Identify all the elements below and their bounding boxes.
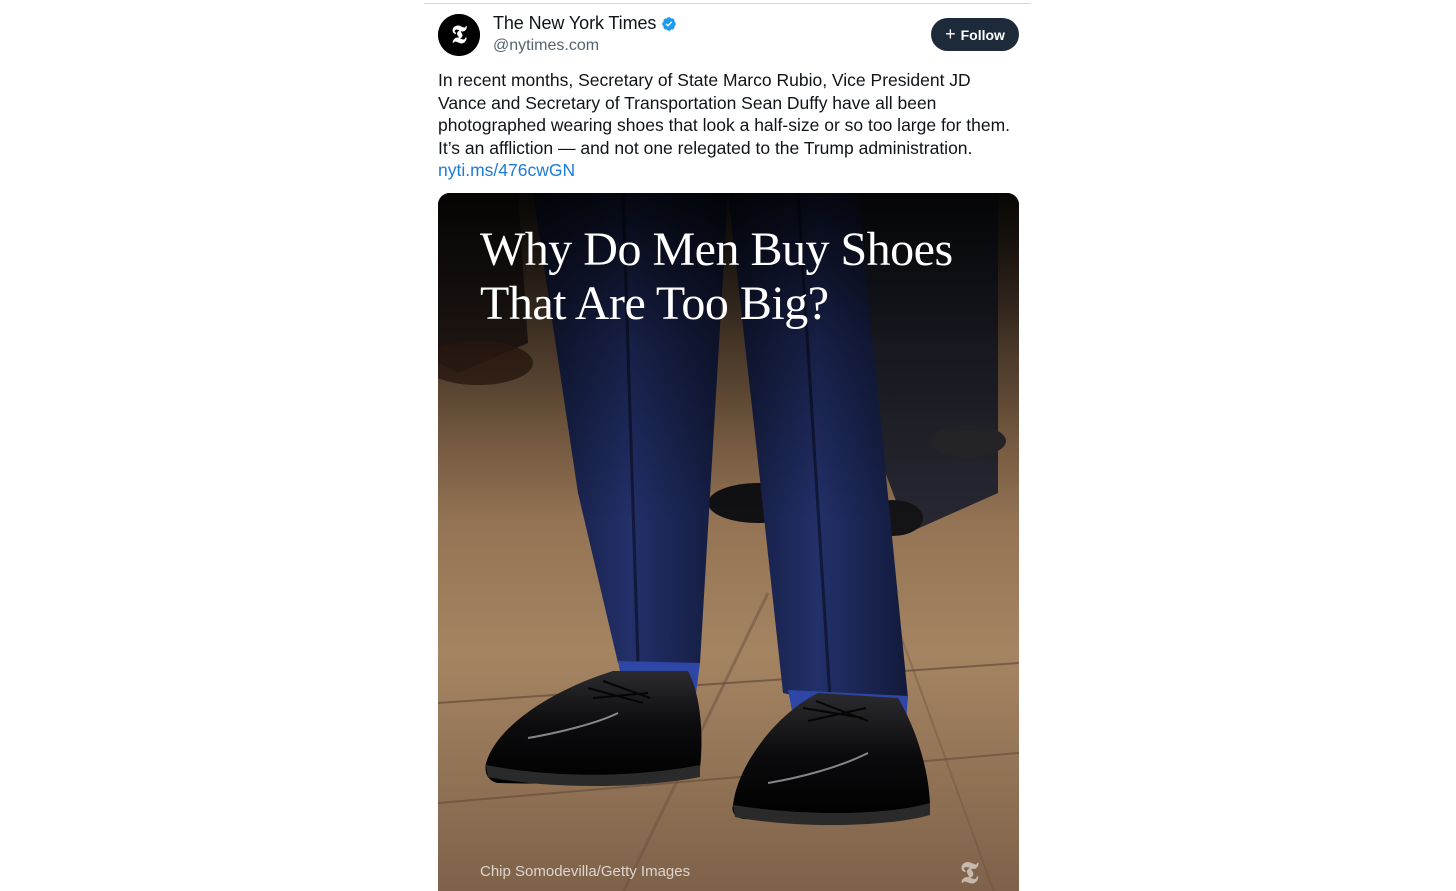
author-name[interactable]: The New York Times [493, 13, 656, 34]
author-handle[interactable]: @nytimes.com [493, 37, 599, 55]
nyt-logo-icon: 𝕿 [438, 14, 480, 56]
media-image[interactable]: Why Do Men Buy Shoes That Are Too Big? Ch… [438, 193, 1019, 891]
follow-label: Follow [960, 26, 1005, 43]
nyt-watermark-icon: 𝕿 [960, 857, 979, 890]
photo-credit: Chip Somodevilla/Getty Images [480, 863, 691, 880]
media-headline: Why Do Men Buy Shoes That Are Too Big? [480, 223, 1000, 331]
post-body: In recent months, Secretary of State Mar… [438, 70, 1011, 158]
verified-badge-icon [662, 16, 677, 31]
avatar-glyph: 𝕿 [451, 22, 467, 49]
post-link[interactable]: nyti.ms/476cwGN [438, 160, 575, 180]
avatar[interactable]: 𝕿 [438, 14, 480, 56]
headline-line-2: That Are Too Big? [480, 277, 829, 330]
post-text: In recent months, Secretary of State Mar… [438, 69, 1016, 182]
follow-button[interactable]: + Follow [931, 18, 1019, 51]
plus-icon: + [945, 23, 956, 44]
headline-line-1: Why Do Men Buy Shoes [480, 223, 953, 276]
divider [424, 3, 1031, 4]
post-card: 𝕿 The New York Times @nytimes.com + Foll… [424, 0, 1031, 891]
author-name-row[interactable]: The New York Times [493, 13, 677, 34]
